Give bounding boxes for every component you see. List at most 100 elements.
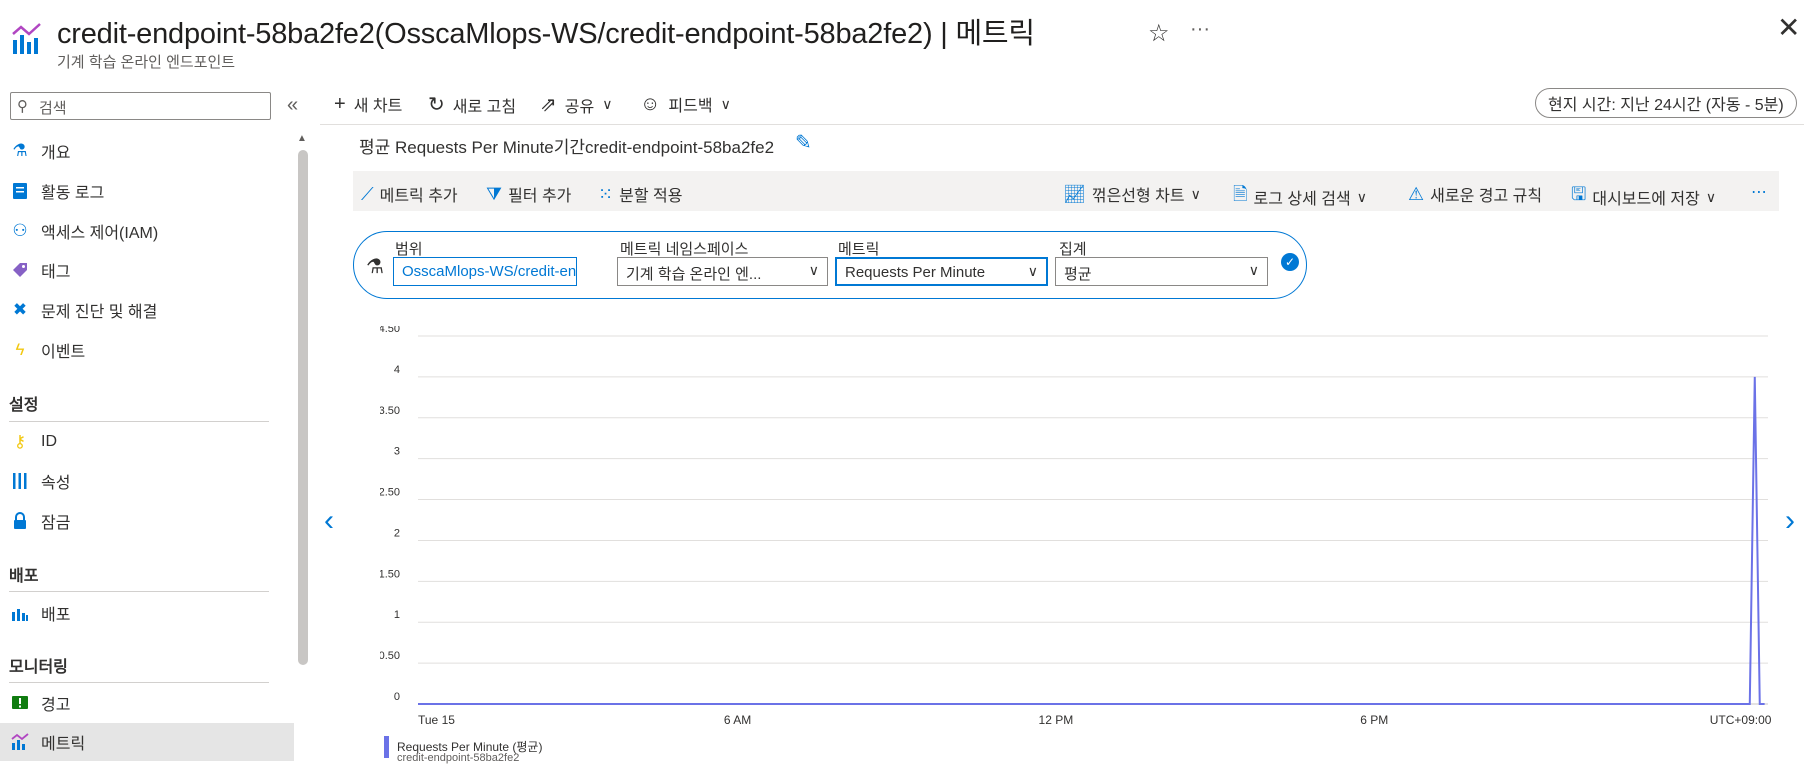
refresh-label: 새로 고침	[452, 98, 517, 116]
namespace-value: 기계 학습 온라인 엔...	[626, 266, 762, 283]
y-tick-label: 1	[394, 609, 400, 621]
section-divider	[9, 591, 269, 592]
metric-dropdown[interactable]: Requests Per Minute ∨	[835, 257, 1048, 286]
x-tick-label: 12 PM	[1039, 713, 1074, 727]
y-tick-label: 4	[394, 364, 400, 376]
metric-selector: ⚗ 범위 OsscaMlops-WS/credit-en... 메트릭 네임스페…	[353, 231, 1307, 299]
aggregation-dropdown[interactable]: 평균 ∨	[1055, 257, 1268, 286]
deploy-icon	[8, 601, 32, 625]
sidebar-scrollbar[interactable]	[298, 150, 308, 665]
sidebar-item-tags[interactable]: 태그	[0, 251, 294, 289]
chart-title: 평균 Requests Per Minute기간credit-endpoint-…	[359, 138, 775, 157]
log-search-button[interactable]: 🗎︎ 로그 상세 검색 ∨	[1233, 182, 1367, 212]
feedback-label: 피드백	[668, 98, 713, 115]
sidebar-item-diagnose[interactable]: ✖ 문제 진단 및 해결	[0, 291, 294, 329]
sidebar-item-locks[interactable]: 잠금	[0, 502, 294, 540]
sidebar-item-activity-log[interactable]: 활동 로그	[0, 172, 294, 210]
sidebar-item-properties[interactable]: 속성	[0, 462, 294, 500]
y-tick-label: 1.50	[380, 568, 400, 580]
chevron-left-icon[interactable]: ‹	[324, 504, 334, 538]
line-chart: 0 0.50 1 1.50 2 2.50 3 3.50 4 4.50 Tue 15 6 AM 12 PM…	[380, 326, 1772, 727]
x-tick-label: 6 PM	[1360, 713, 1388, 727]
sidebar-item-label: 태그	[41, 264, 71, 281]
save-dashboard-label: 대시보드에 저장	[1592, 191, 1700, 208]
y-tick-label: 3.50	[380, 405, 400, 417]
refresh-icon: ↻	[428, 94, 445, 116]
tag-icon	[8, 258, 32, 282]
alert-icon	[8, 691, 32, 715]
feedback-button[interactable]: ☺ 피드백 ∨	[640, 92, 731, 116]
new-chart-button[interactable]: + 새 차트	[334, 92, 402, 116]
line-chart-icon: 📈︎	[1063, 183, 1086, 204]
chevron-down-icon: ∨	[1248, 262, 1259, 278]
properties-icon	[8, 469, 32, 493]
collapse-sidebar-icon[interactable]: «	[287, 94, 298, 117]
share-button[interactable]: ⇗ 공유 ∨	[540, 92, 612, 117]
add-metric-button[interactable]: ⟋ 메트릭 추가	[361, 182, 458, 206]
scope-label: 범위	[395, 241, 423, 258]
namespace-label: 메트릭 네임스페이스	[620, 241, 749, 258]
new-alert-button[interactable]: ⚠︎ 새로운 경고 규칙	[1408, 182, 1542, 206]
aggregation-value: 평균	[1064, 266, 1092, 283]
new-alert-label: 새로운 경고 규칙	[1430, 188, 1543, 205]
ellipsis-icon[interactable]: ···	[1190, 18, 1210, 41]
chevron-down-icon: ∨	[1705, 188, 1717, 205]
chevron-down-icon: ∨	[720, 95, 731, 112]
lock-icon	[8, 509, 32, 533]
sidebar-item-alerts[interactable]: 경고	[0, 684, 294, 722]
apply-split-label: 분할 적용	[619, 188, 683, 205]
sidebar-item-label: 경고	[41, 697, 71, 714]
share-icon: ⇗	[540, 94, 557, 116]
check-icon[interactable]: ✓	[1281, 253, 1299, 271]
edit-pencil-icon[interactable]: ✎	[795, 130, 812, 155]
search-input[interactable]: ⚲ 검색	[10, 92, 271, 120]
flask-icon: ⚗	[12, 141, 28, 160]
alert-rule-icon: ⚠︎	[1408, 183, 1425, 204]
page-subtitle: 기계 학습 온라인 엔드포인트	[57, 54, 236, 71]
sidebar-item-deployments[interactable]: 배포	[0, 594, 294, 632]
metric-label: 메트릭	[838, 241, 880, 258]
section-divider	[9, 682, 269, 683]
people-icon: ⚇	[12, 221, 28, 240]
page-title: credit-endpoint-58ba2fe2(OsscaMlops-WS/c…	[57, 18, 1035, 50]
close-icon[interactable]: ✕	[1777, 14, 1800, 42]
sidebar-item-overview[interactable]: ⚗ 개요	[0, 132, 294, 170]
search-placeholder: 검색	[39, 100, 67, 117]
sidebar-item-metrics[interactable]: 메트릭	[0, 723, 294, 761]
legend-color-swatch	[384, 736, 389, 758]
chevron-down-icon: ∨	[602, 96, 613, 112]
save-dashboard-button[interactable]: 🖫︎ 대시보드에 저장 ∨	[1571, 182, 1716, 212]
sidebar-item-identity[interactable]: ⚷ ID	[0, 423, 294, 461]
add-filter-button[interactable]: ⧩ 필터 추가	[486, 182, 571, 206]
sidebar-item-label: 배포	[41, 607, 71, 624]
log-search-icon: 🗎︎	[1233, 184, 1248, 204]
sidebar-item-label: 이벤트	[41, 344, 86, 361]
plus-icon: +	[334, 92, 346, 115]
scope-field[interactable]: OsscaMlops-WS/credit-en...	[393, 257, 577, 286]
add-metric-icon: ⟋	[361, 183, 374, 204]
y-tick-label: 3	[394, 446, 400, 458]
star-icon[interactable]: ☆	[1148, 19, 1170, 48]
sidebar-item-label: 속성	[41, 475, 71, 492]
log-search-label: 로그 상세 검색	[1253, 191, 1351, 208]
sidebar-item-label: 잠금	[41, 515, 71, 532]
y-tick-label: 2	[394, 527, 400, 539]
sidebar-item-iam[interactable]: ⚇ 액세스 제어(IAM)	[0, 212, 294, 250]
command-bar-divider	[320, 124, 1804, 125]
y-tick-label: 0.50	[380, 650, 400, 662]
time-range-picker[interactable]: 현지 시간: 지난 24시간 (자동 - 5분)	[1535, 88, 1797, 118]
namespace-dropdown[interactable]: 기계 학습 온라인 엔... ∨	[617, 257, 828, 286]
sidebar-item-label: 개요	[41, 145, 71, 162]
sidebar-item-events[interactable]: ϟ 이벤트	[0, 331, 294, 369]
chart-type-button[interactable]: 📈︎ 꺾은선형 차트 ∨	[1063, 182, 1201, 206]
sidebar-item-label: 활동 로그	[41, 185, 105, 202]
filter-icon: ⧩	[486, 183, 503, 204]
flask-icon: ⚗	[366, 256, 384, 278]
bolt-icon: ϟ	[15, 340, 25, 359]
refresh-button[interactable]: ↻ 새로 고침	[428, 92, 516, 117]
apply-split-button[interactable]: ⁙ 분할 적용	[598, 182, 682, 206]
scroll-up-arrow[interactable]: ▲	[297, 133, 307, 144]
sidebar-item-label: 문제 진단 및 해결	[41, 304, 158, 321]
toolbar-more-button[interactable]: ⋯	[1751, 182, 1767, 202]
wrench-icon: ✖	[12, 300, 28, 319]
